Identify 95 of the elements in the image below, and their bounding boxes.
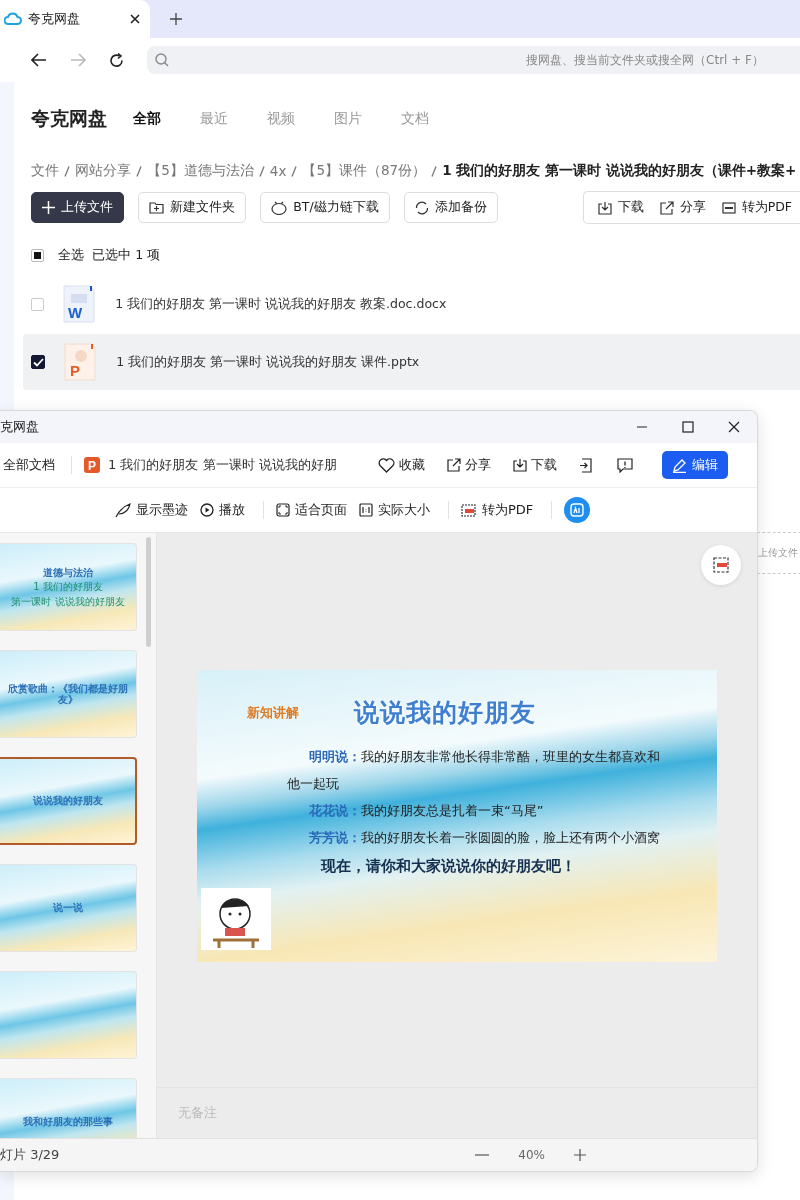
powerpoint-file-icon: P	[64, 343, 97, 381]
slide-closing-text: 现在，请你和大家说说你的好朋友吧！	[321, 857, 577, 876]
download-button[interactable]: 下载	[589, 199, 652, 216]
select-all-label[interactable]: 全选	[58, 246, 85, 264]
feather-icon	[115, 502, 131, 518]
thumbnail-title: 欣赏歌曲：《我们都是好朋友》	[7, 682, 129, 706]
heart-icon	[378, 457, 395, 473]
slide-thumbnail[interactable]: 欣赏歌曲：《我们都是好朋友》	[0, 650, 137, 738]
plus-icon	[42, 201, 56, 214]
slide-paragraph: 明明说：我的好朋友非常他长得非常酷，班里的女生都喜欢和他一起玩	[287, 748, 661, 793]
share-icon	[659, 200, 674, 215]
thumbnail-title: 说一说	[53, 902, 83, 914]
pdf-convert-button[interactable]	[701, 545, 741, 585]
backup-button[interactable]: 添加备份	[403, 192, 498, 223]
breadcrumb-item[interactable]: 【5】道德与法治	[147, 162, 254, 180]
file-row[interactable]: P 1 我们的好朋友 第一课时 说说我的好朋友 课件.pptx	[23, 334, 800, 390]
pencil-icon	[672, 457, 687, 473]
slide-thumbnail[interactable]: 道德与法治 1 我们的好朋友 第一课时 说说我的好朋友	[0, 543, 137, 631]
close-icon[interactable]	[728, 421, 740, 433]
share-button[interactable]: 分享	[447, 456, 491, 474]
file-name: 1 我们的好朋友 第一课时 说说我的好朋友 课件.pptx	[116, 353, 420, 371]
play-icon	[200, 503, 214, 517]
file-name: 1 我们的好朋友 第一课时 说说我的好朋友 教案.doc.docx	[115, 295, 447, 313]
slide-thumbnail[interactable]	[0, 971, 137, 1059]
file-checkbox[interactable]	[31, 355, 46, 369]
favorite-button[interactable]: 收藏	[378, 456, 425, 474]
all-documents-link[interactable]: 全部文档	[3, 456, 55, 474]
export-icon[interactable]	[579, 457, 593, 473]
bt-icon	[271, 200, 288, 215]
folder-plus-icon	[149, 201, 165, 214]
pdf-button[interactable]: 转为PDF	[713, 199, 800, 216]
back-icon[interactable]	[31, 53, 47, 67]
share-icon	[447, 458, 461, 472]
edit-button[interactable]: 编辑	[662, 451, 728, 479]
selection-count: 已选中 1 项	[92, 246, 161, 264]
breadcrumb-item: 1 我们的好朋友 第一课时 说说我的好朋友（课件+教案+	[442, 162, 797, 180]
thumbnail-text: 第一课时 说说我的好朋友	[11, 595, 125, 608]
breadcrumb-item[interactable]: 4x	[269, 163, 287, 179]
cloud-icon	[4, 12, 22, 26]
thumbnail-title: 道德与法治	[43, 566, 93, 579]
share-button[interactable]: 分享	[651, 199, 714, 216]
ai-assistant-icon[interactable]	[564, 497, 591, 523]
feedback-icon[interactable]	[617, 457, 633, 473]
folder-button[interactable]: 新建文件夹	[138, 192, 247, 223]
breadcrumb-separator-icon	[64, 165, 71, 177]
pdf-icon	[461, 502, 477, 518]
cartoon-boy-drawing	[201, 888, 271, 950]
breadcrumb-separator-icon	[291, 165, 298, 177]
download-icon	[597, 200, 612, 215]
upload-button[interactable]: 上传文件	[31, 192, 125, 223]
slide-paragraph: 花花说：我的好朋友总是扎着一束“马尾”	[308, 802, 545, 820]
pdf-icon	[712, 556, 730, 574]
fit-page-icon	[276, 503, 290, 517]
breadcrumb-separator-icon	[136, 165, 143, 177]
thumbnail-title: 我和好朋友的那些事	[23, 1116, 113, 1128]
play-tool-button[interactable]: 播放	[200, 501, 245, 519]
slide-paragraph: 芳芳说：我的好朋友长着一张圆圆的脸，脸上还有两个小酒窝	[308, 829, 661, 847]
refresh-icon[interactable]	[109, 52, 124, 68]
search-field[interactable]: 搜网盘、搜当前文件夹或搜全网（Ctrl + F）	[147, 46, 800, 74]
ink-tool-button[interactable]: 显示墨迹	[115, 501, 188, 519]
actual-size-icon	[359, 503, 373, 517]
breadcrumb-separator-icon	[431, 165, 438, 177]
slide-title: 说说我的好朋友	[353, 697, 536, 729]
breadcrumb-item[interactable]: 【5】课件（87份）	[302, 162, 427, 180]
download-icon	[513, 458, 527, 472]
bt-button[interactable]: BT/磁力链下载	[260, 192, 390, 223]
breadcrumb-item[interactable]: 文件	[31, 162, 60, 180]
pdf-icon	[721, 200, 736, 215]
document-title: 1 我们的好朋友 第一课时 说说我的好朋	[108, 456, 338, 474]
app-logo: 夸克网盘	[31, 106, 108, 131]
thumbnail-title: 说说我的好朋友	[32, 795, 103, 807]
drop-zone-label: 上传文件	[758, 546, 798, 560]
sync-icon	[414, 200, 429, 215]
breadcrumb-item[interactable]: 网站分享	[75, 162, 132, 180]
slide-counter: 灯片 3/29	[0, 1146, 60, 1164]
category-tab[interactable]: 全部	[133, 110, 162, 128]
fit-tool-button[interactable]: 适合页面	[276, 501, 347, 519]
powerpoint-icon: P	[84, 457, 100, 473]
select-all-checkbox[interactable]	[31, 248, 45, 262]
word-file-icon: W	[63, 285, 96, 323]
file-row[interactable]: W 1 我们的好朋友 第一课时 说说我的好朋友 教案.doc.docx	[23, 276, 800, 332]
new-tab-icon[interactable]	[170, 13, 182, 25]
slide-tag: 新知讲解	[247, 704, 299, 722]
thumbnail-text: 1 我们的好朋友	[33, 581, 103, 593]
maximize-icon[interactable]	[682, 421, 694, 433]
close-icon[interactable]	[130, 14, 140, 24]
breadcrumb-separator-icon	[258, 165, 265, 177]
actual-tool-button[interactable]: 实际大小	[359, 501, 430, 519]
search-icon	[155, 53, 169, 67]
pdf-tool-button[interactable]: 转为PDF	[461, 501, 534, 519]
download-button[interactable]: 下载	[513, 456, 557, 474]
zoom-level: 40%	[518, 1148, 545, 1162]
window-title: 克网盘	[0, 418, 39, 436]
browser-tab[interactable]: 夸克网盘	[0, 0, 150, 38]
zoom-in-icon[interactable]	[573, 1148, 587, 1162]
